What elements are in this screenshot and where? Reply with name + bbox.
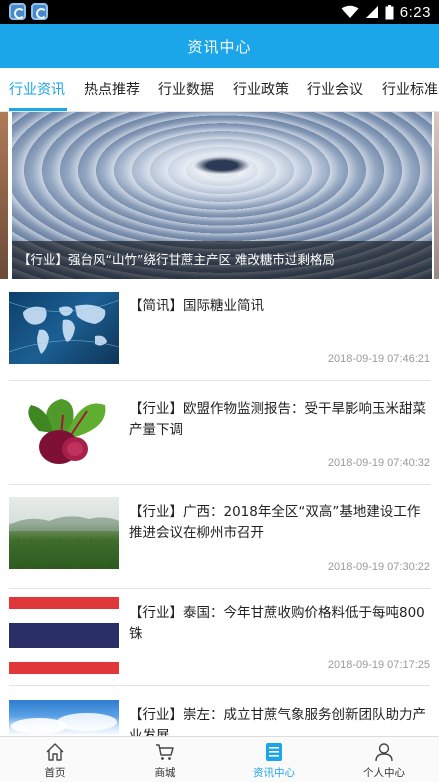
sky-thumbnail bbox=[9, 700, 119, 736]
bottom-navigation: 首页 商城 资讯中心 个人中心 bbox=[0, 736, 439, 782]
tab-industry-standard[interactable]: 行业标准 bbox=[382, 68, 438, 111]
status-bar: 6:23 bbox=[0, 0, 439, 24]
wifi-icon bbox=[341, 5, 359, 18]
nav-profile[interactable]: 个人中心 bbox=[329, 737, 439, 782]
cart-icon bbox=[156, 744, 174, 760]
nav-news-center-label: 资讯中心 bbox=[253, 767, 295, 779]
news-title[interactable]: 【简讯】国际糖业简讯 bbox=[129, 296, 429, 317]
news-time: 2018-09-19 07:46:21 bbox=[327, 353, 430, 365]
news-time: 2018-09-19 07:17:25 bbox=[327, 659, 430, 671]
news-title[interactable]: 【行业】崇左：成立甘蔗气象服务创新团队助力产业发展 bbox=[129, 705, 429, 736]
divider bbox=[9, 588, 430, 589]
tab-industry-news[interactable]: 行业资讯 bbox=[9, 68, 65, 111]
sugarcane-field-thumbnail bbox=[9, 497, 119, 569]
news-title[interactable]: 【行业】欧盟作物监测报告：受干旱影响玉米甜菜产量下调 bbox=[129, 399, 429, 441]
category-tab-bar[interactable]: 行业资讯 热点推荐 行业数据 行业政策 行业会议 行业标准 bbox=[0, 68, 439, 112]
active-tab-indicator bbox=[9, 108, 67, 111]
nav-mall-label: 商城 bbox=[154, 767, 176, 779]
news-title[interactable]: 【行业】泰国：今年甘蔗收购价格料低于每吨800铢 bbox=[129, 603, 429, 645]
signal-icon bbox=[365, 6, 378, 18]
thailand-flag-thumbnail bbox=[9, 597, 119, 674]
nav-home[interactable]: 首页 bbox=[0, 737, 110, 782]
banner-caption[interactable]: 【行业】强台风“山竹”绕行甘蔗主产区 难改糖市过剩格局 bbox=[18, 241, 335, 279]
tab-industry-policy[interactable]: 行业政策 bbox=[233, 68, 289, 111]
status-time: 6:23 bbox=[399, 3, 431, 21]
battery-icon bbox=[385, 4, 394, 19]
divider bbox=[9, 685, 430, 686]
news-time: 2018-09-19 07:40:32 bbox=[327, 457, 430, 469]
news-icon bbox=[266, 743, 282, 761]
page-title: 资讯中心 bbox=[187, 37, 252, 56]
world-map-thumbnail bbox=[9, 292, 119, 364]
sugar-beet-thumbnail bbox=[9, 395, 119, 467]
nav-mall[interactable]: 商城 bbox=[110, 737, 220, 782]
banner-carousel[interactable]: 【行业】强台风“山竹”绕行甘蔗主产区 难改糖市过剩格局 bbox=[0, 112, 439, 279]
tab-hot-picks[interactable]: 热点推荐 bbox=[84, 68, 140, 111]
system-status: 6:23 bbox=[341, 2, 431, 22]
prev-slide-peek bbox=[0, 112, 8, 279]
nav-profile-label: 个人中心 bbox=[363, 767, 405, 779]
tab-industry-data[interactable]: 行业数据 bbox=[158, 68, 214, 111]
home-icon bbox=[46, 743, 64, 761]
tab-industry-meeting[interactable]: 行业会议 bbox=[307, 68, 363, 111]
app-header: 资讯中心 bbox=[0, 24, 439, 68]
next-slide-peek bbox=[434, 112, 439, 279]
divider bbox=[9, 484, 430, 485]
nav-home-label: 首页 bbox=[44, 767, 66, 779]
notification-app-icon bbox=[9, 3, 26, 20]
news-title[interactable]: 【行业】广西：2018年全区“双高”基地建设工作推进会议在柳州市召开 bbox=[129, 502, 429, 544]
user-icon bbox=[375, 743, 393, 762]
nav-news-center[interactable]: 资讯中心 bbox=[219, 737, 329, 782]
divider bbox=[9, 380, 430, 381]
news-time: 2018-09-19 07:30:22 bbox=[327, 561, 430, 573]
notification-app-icon bbox=[31, 3, 48, 20]
